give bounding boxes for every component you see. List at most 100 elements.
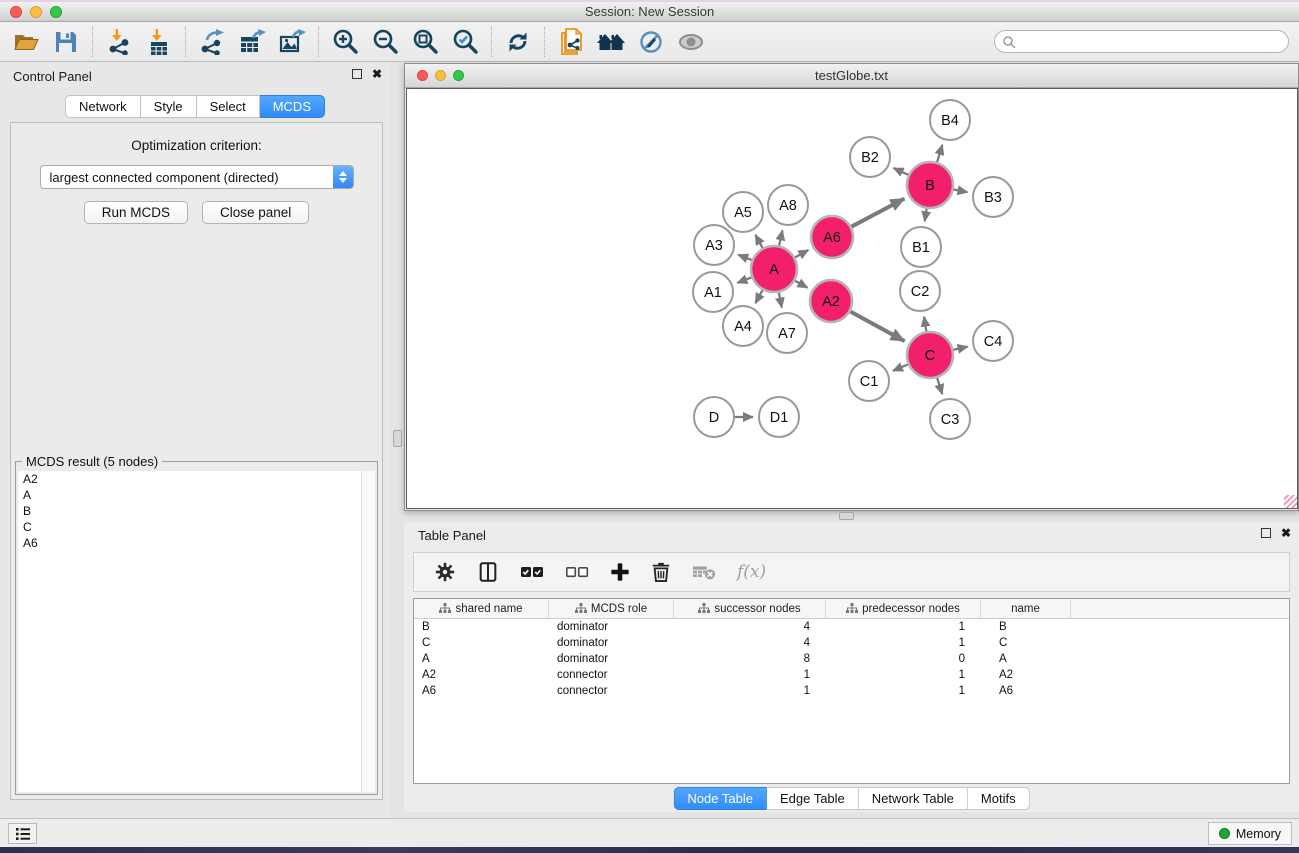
edge-C-C4[interactable] (953, 347, 967, 350)
open-session-button[interactable] (6, 25, 46, 59)
edge-A-A3[interactable] (738, 255, 752, 260)
window-controls[interactable] (10, 6, 62, 18)
eye-button[interactable] (671, 25, 711, 59)
node-table[interactable]: shared nameMCDS rolesuccessor nodesprede… (413, 598, 1290, 784)
vertical-splitter-handle[interactable] (393, 430, 402, 447)
tab-network-table[interactable]: Network Table (859, 787, 968, 810)
cell-MCDS-role[interactable]: dominator (549, 653, 674, 665)
cell-predecessor-nodes[interactable]: 1 (826, 669, 981, 681)
edge-A-A6[interactable] (795, 250, 808, 257)
node-B4[interactable]: B4 (930, 100, 970, 140)
node-A4[interactable]: A4 (723, 306, 763, 346)
horizontal-splitter-handle[interactable] (839, 512, 854, 520)
node-A2[interactable]: A2 (810, 280, 852, 322)
edge-B-B3[interactable] (954, 189, 968, 192)
edge-C-C3[interactable] (937, 378, 942, 394)
result-item[interactable]: B (18, 503, 375, 519)
float-panel-icon[interactable] (352, 69, 362, 79)
export-image-button[interactable] (272, 25, 312, 59)
zoom-window-button[interactable] (50, 6, 62, 18)
import-network-button[interactable] (99, 25, 139, 59)
node-C1[interactable]: C1 (849, 361, 889, 401)
node-A1[interactable]: A1 (693, 272, 733, 312)
column-header-predecessor-nodes[interactable]: predecessor nodes (826, 599, 981, 618)
export-network-button[interactable] (192, 25, 232, 59)
close-network-button[interactable] (417, 70, 428, 81)
cell-name[interactable]: A2 (981, 669, 1071, 681)
window-resize-grip[interactable] (1284, 495, 1297, 508)
cell-shared-name[interactable]: A6 (414, 685, 549, 697)
cell-successor-nodes[interactable]: 1 (674, 669, 826, 681)
cell-shared-name[interactable]: C (414, 637, 549, 649)
network-window-titlebar[interactable]: testGlobe.txt (405, 64, 1298, 88)
cell-name[interactable]: C (981, 637, 1071, 649)
node-C4[interactable]: C4 (973, 321, 1013, 361)
result-item[interactable]: A6 (18, 535, 375, 551)
save-session-button[interactable] (46, 25, 86, 59)
export-table-button[interactable] (232, 25, 272, 59)
cell-MCDS-role[interactable]: dominator (549, 637, 674, 649)
mcds-result-list[interactable]: A2ABCA6 (18, 471, 375, 792)
settings-gear-button[interactable] (434, 561, 456, 583)
select-all-button[interactable] (520, 565, 544, 579)
edge-B-B4[interactable] (937, 145, 942, 162)
cell-successor-nodes[interactable]: 4 (674, 637, 826, 649)
close-table-panel-icon[interactable]: ✖ (1281, 528, 1291, 538)
close-panel-button[interactable]: Close panel (202, 201, 309, 224)
edge-A-A8[interactable] (779, 230, 782, 245)
edge-C-C1[interactable] (893, 364, 908, 370)
tab-motifs[interactable]: Motifs (968, 787, 1030, 810)
node-C[interactable]: C (907, 332, 953, 378)
node-D[interactable]: D (694, 397, 734, 437)
task-history-button[interactable] (8, 823, 37, 844)
search-field[interactable] (994, 30, 1289, 53)
split-view-button[interactable] (477, 561, 499, 583)
cell-name[interactable]: A (981, 653, 1071, 665)
node-B3[interactable]: B3 (973, 177, 1013, 217)
column-header-MCDS-role[interactable]: MCDS role (549, 599, 674, 618)
cell-MCDS-role[interactable]: dominator (549, 621, 674, 633)
network-from-selection-button[interactable] (551, 25, 591, 59)
zoom-in-button[interactable] (325, 25, 365, 59)
node-A3[interactable]: A3 (694, 225, 734, 265)
zoom-network-button[interactable] (453, 70, 464, 81)
minimize-network-button[interactable] (435, 70, 446, 81)
tab-node-table[interactable]: Node Table (673, 787, 767, 810)
node-A5[interactable]: A5 (723, 192, 763, 232)
import-table-button[interactable] (139, 25, 179, 59)
column-header-shared-name[interactable]: shared name (414, 599, 549, 618)
tab-network[interactable]: Network (65, 95, 141, 118)
add-column-button[interactable] (610, 562, 630, 582)
node-A8[interactable]: A8 (768, 185, 808, 225)
node-B1[interactable]: B1 (901, 227, 941, 267)
tab-edge-table[interactable]: Edge Table (767, 787, 859, 810)
network-canvas[interactable]: ABCA6A2A1A3A4A5A7A8B1B2B3B4C1C2C3C4DD1 (406, 88, 1298, 509)
result-item[interactable]: C (18, 519, 375, 535)
node-B[interactable]: B (907, 162, 953, 208)
zoom-out-button[interactable] (365, 25, 405, 59)
edge-A-A7[interactable] (779, 293, 782, 308)
node-B2[interactable]: B2 (850, 137, 890, 177)
edge-B-B2[interactable] (894, 168, 909, 175)
column-header-name[interactable]: name (981, 599, 1071, 618)
edge-C-C2[interactable] (924, 317, 926, 332)
node-C3[interactable]: C3 (930, 399, 970, 439)
cell-predecessor-nodes[interactable]: 1 (826, 685, 981, 697)
table-row-C[interactable]: Cdominator41C (414, 635, 1289, 651)
cell-successor-nodes[interactable]: 4 (674, 621, 826, 633)
float-table-panel-icon[interactable] (1261, 528, 1271, 538)
memory-button[interactable]: Memory (1208, 822, 1292, 845)
node-A6[interactable]: A6 (811, 216, 853, 258)
table-row-B[interactable]: Bdominator41B (414, 619, 1289, 635)
cell-MCDS-role[interactable]: connector (549, 685, 674, 697)
cell-shared-name[interactable]: B (414, 621, 549, 633)
column-header-successor-nodes[interactable]: successor nodes (674, 599, 826, 618)
cell-MCDS-role[interactable]: connector (549, 669, 674, 681)
cell-shared-name[interactable]: A (414, 653, 549, 665)
cell-predecessor-nodes[interactable]: 1 (826, 637, 981, 649)
edge-A-A4[interactable] (755, 290, 762, 303)
minimize-window-button[interactable] (30, 6, 42, 18)
function-builder-button[interactable]: f(x) (737, 562, 766, 582)
home-button[interactable] (591, 25, 631, 59)
tab-style[interactable]: Style (141, 95, 197, 118)
